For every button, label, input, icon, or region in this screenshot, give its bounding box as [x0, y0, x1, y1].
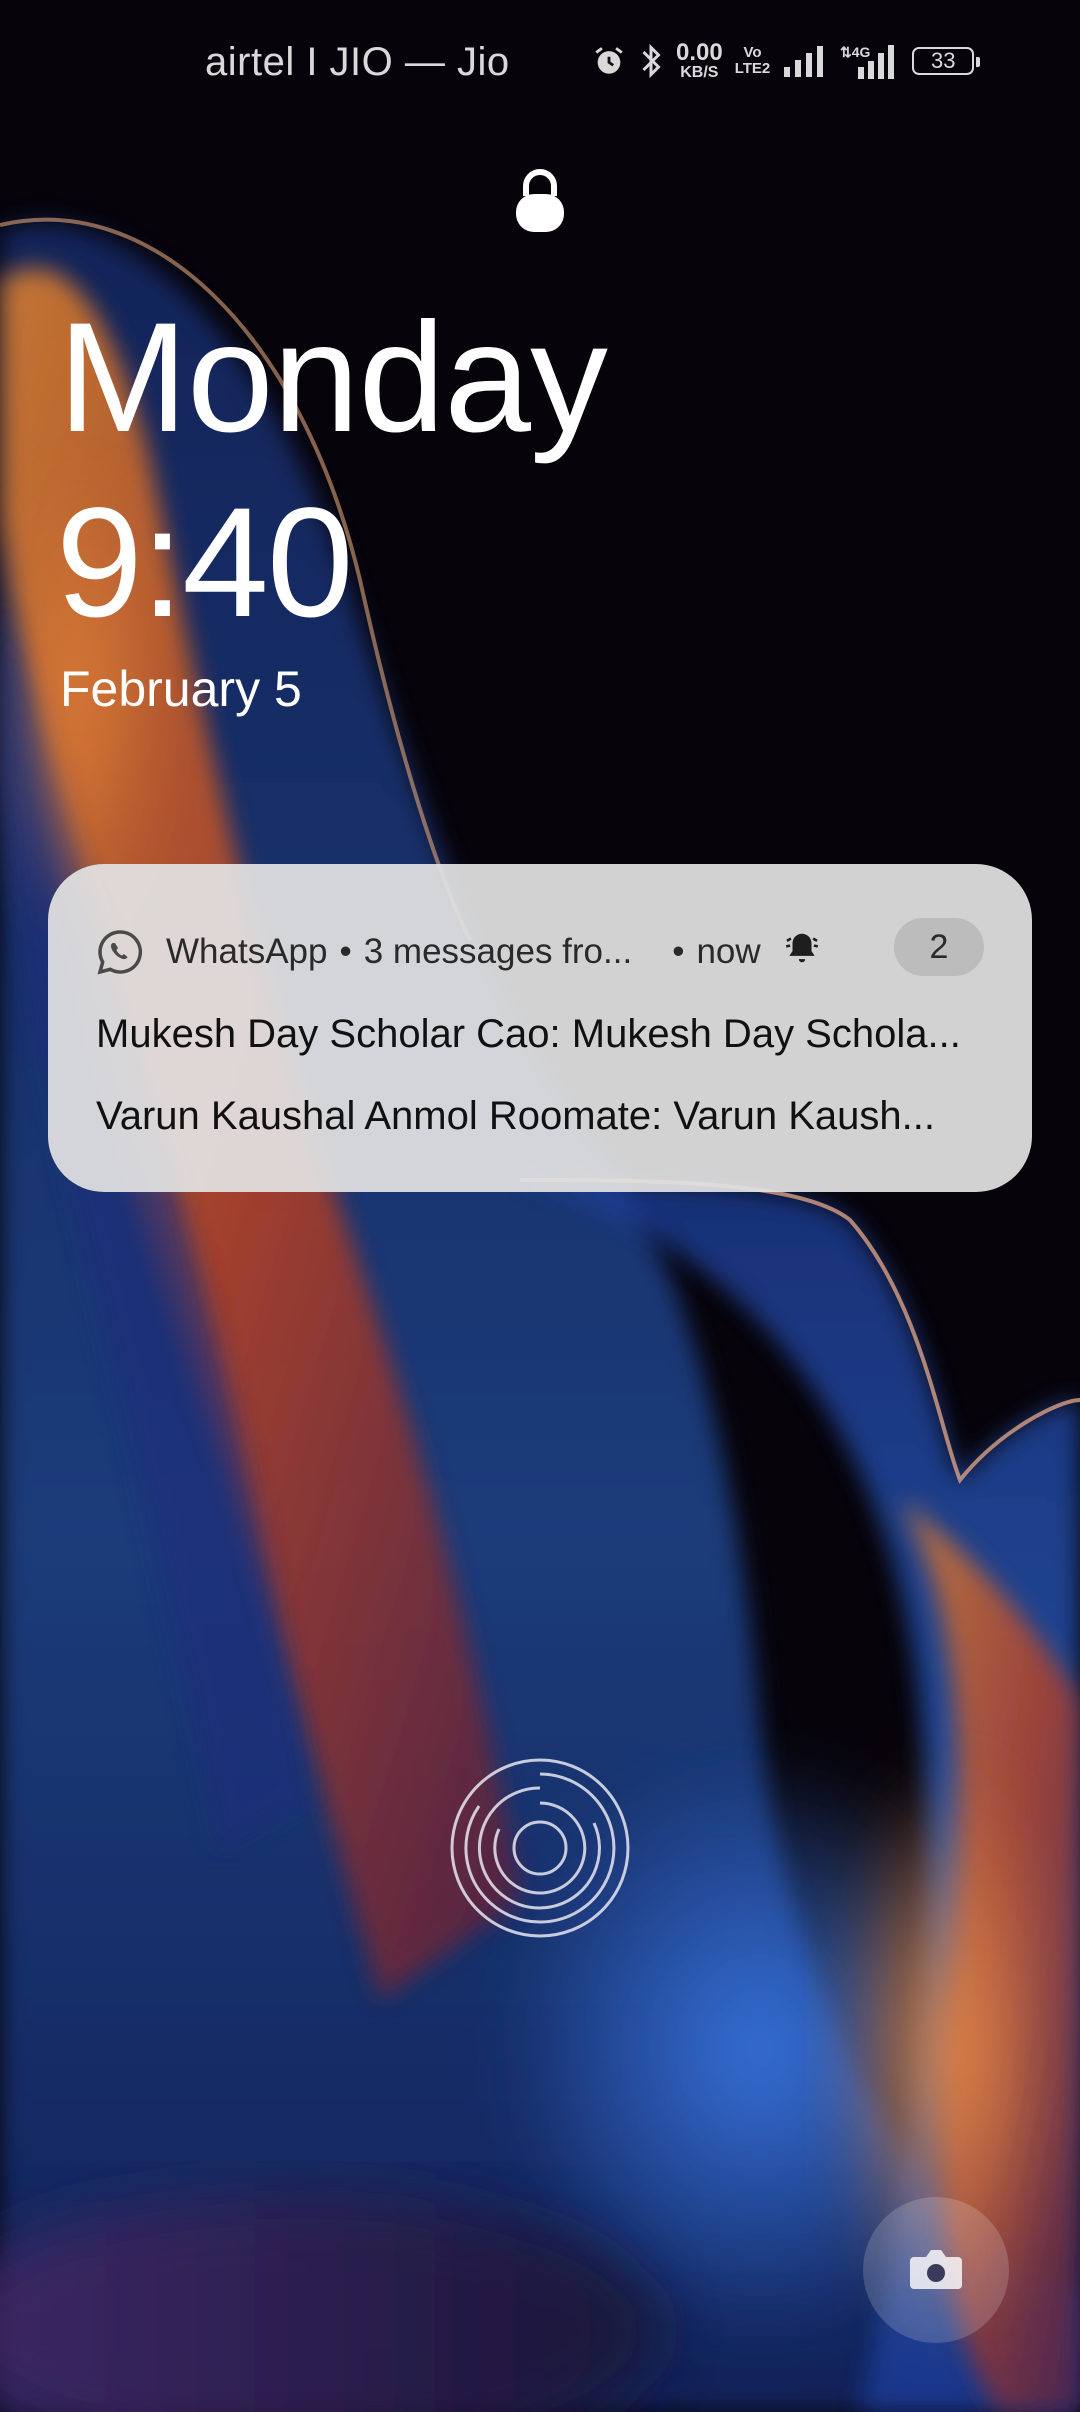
- separator-dot: •: [672, 932, 685, 971]
- notification-message[interactable]: Mukesh Day Scholar Cao: Mukesh Day Schol…: [96, 1012, 996, 1057]
- date-label: February 5: [60, 661, 302, 717]
- svg-text:⇅4G: ⇅4G: [840, 44, 871, 60]
- notification-time: now: [696, 932, 761, 971]
- lock-screen: airtel I JIO — Jio 0.00 KB/S Vo LTE2 ⇅4G: [0, 0, 1080, 2412]
- notification-header: WhatsApp • 3 messages fro... • now: [96, 922, 996, 982]
- alarm-icon: [592, 44, 626, 78]
- day-label: Monday: [58, 291, 608, 465]
- whatsapp-icon: [96, 928, 144, 976]
- battery-icon: 33: [912, 47, 981, 75]
- notification-summary: 3 messages fro...: [363, 932, 633, 971]
- status-bar: airtel I JIO — Jio 0.00 KB/S Vo LTE2 ⇅4G: [0, 0, 1080, 120]
- separator-dot: •: [339, 932, 352, 971]
- status-icons: 0.00 KB/S Vo LTE2 ⇅4G 33: [592, 38, 981, 84]
- signal-4g-icon: ⇅4G: [838, 43, 900, 79]
- bell-icon: [783, 929, 821, 976]
- fingerprint-icon[interactable]: [449, 1757, 631, 1939]
- notification-app-name: WhatsApp: [166, 932, 328, 971]
- bluetooth-icon: [638, 43, 664, 79]
- camera-icon: [908, 2245, 964, 2296]
- camera-button[interactable]: [863, 2197, 1009, 2343]
- signal-icon: [782, 45, 826, 77]
- lock-icon[interactable]: [512, 166, 568, 239]
- volte-icon: Vo LTE2: [734, 44, 771, 77]
- carrier-name: airtel I JIO — Jio: [205, 40, 510, 84]
- message-count-badge[interactable]: 2: [894, 918, 984, 976]
- clock-time: 9:40: [56, 476, 354, 650]
- notification-message[interactable]: Varun Kaushal Anmol Roomate: Varun Kaush…: [96, 1094, 996, 1139]
- net-speed: 0.00 KB/S: [676, 39, 723, 81]
